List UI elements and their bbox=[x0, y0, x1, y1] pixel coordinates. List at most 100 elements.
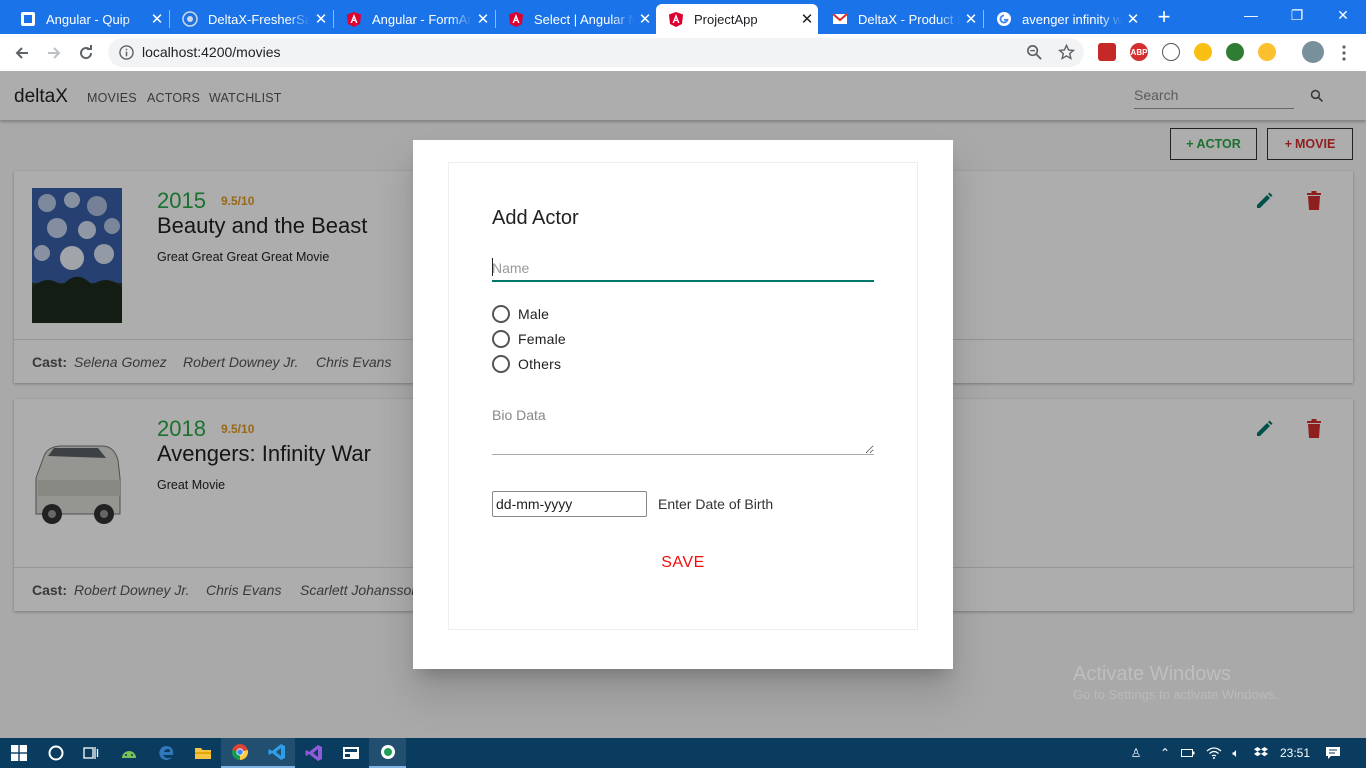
vscode-button[interactable] bbox=[258, 738, 295, 768]
visual-studio-icon bbox=[305, 745, 322, 761]
close-icon[interactable]: ✕ bbox=[1122, 10, 1144, 28]
angular-icon bbox=[509, 12, 523, 27]
close-window-button[interactable]: ✕ bbox=[1320, 0, 1366, 30]
browser-tab-2[interactable]: Angular - FormArray ✕ bbox=[334, 4, 494, 34]
google-icon bbox=[997, 12, 1011, 26]
radio-label: Others bbox=[518, 356, 562, 372]
date-of-birth-label: Enter Date of Birth bbox=[658, 496, 774, 512]
new-tab-button[interactable]: + bbox=[1152, 6, 1176, 28]
edge-icon bbox=[158, 746, 173, 760]
start-icon bbox=[10, 745, 27, 761]
browser-tab-1[interactable]: DeltaX-FresherSample ✕ bbox=[170, 4, 332, 34]
tab-title: ProjectApp bbox=[694, 11, 758, 27]
menu-button[interactable] bbox=[1333, 42, 1355, 64]
snipping-tool-button[interactable] bbox=[332, 738, 369, 768]
browser-tab-5[interactable]: DeltaX - Product Engineering ✕ bbox=[820, 4, 982, 34]
file-explorer-icon bbox=[194, 748, 211, 759]
browser-tab-0[interactable]: Angular - Quip ✕ bbox=[8, 4, 168, 34]
browser-tab-3[interactable]: Select | Angular Material ✕ bbox=[496, 4, 656, 34]
edge-button[interactable] bbox=[147, 738, 184, 768]
radio-male[interactable]: Male bbox=[492, 305, 549, 323]
taskbar-clock[interactable]: 23:51 bbox=[1280, 746, 1310, 760]
file-explorer-button[interactable] bbox=[184, 738, 221, 768]
chevron-up-icon[interactable]: ⌃ bbox=[1157, 745, 1173, 761]
close-icon[interactable]: ✕ bbox=[146, 10, 168, 28]
dropbox-icon[interactable] bbox=[1253, 745, 1269, 761]
radio-female[interactable]: Female bbox=[492, 330, 566, 348]
minimize-button[interactable]: — bbox=[1228, 0, 1274, 30]
restore-button[interactable]: ❐ bbox=[1274, 0, 1320, 30]
people-icon[interactable]: ♙ bbox=[1128, 745, 1144, 761]
back-button[interactable] bbox=[11, 42, 33, 64]
browser-toolbar: localhost:4200/movies ABP bbox=[0, 34, 1366, 71]
text-caret bbox=[492, 258, 493, 276]
chrome-icon bbox=[231, 744, 248, 760]
extension-icon[interactable] bbox=[1098, 43, 1116, 61]
radio-circle-icon[interactable] bbox=[492, 330, 510, 348]
extension-icon[interactable] bbox=[1258, 43, 1276, 61]
dark-mode-icon[interactable] bbox=[1194, 43, 1212, 61]
forward-button[interactable] bbox=[43, 42, 65, 64]
extension-icon[interactable] bbox=[1226, 43, 1244, 61]
tab-strip: Angular - Quip ✕ DeltaX-FresherSample ✕ … bbox=[0, 0, 1366, 34]
app-icon bbox=[380, 745, 395, 759]
close-icon[interactable]: ✕ bbox=[472, 10, 494, 28]
browser-tab-active[interactable]: ProjectApp ✕ bbox=[656, 4, 818, 34]
tab-title: avenger infinity war bbox=[1022, 11, 1122, 27]
wifi-icon[interactable] bbox=[1206, 745, 1222, 761]
start-button[interactable] bbox=[0, 738, 37, 768]
dialog-title: Add Actor bbox=[492, 207, 579, 229]
bio-data-label: Bio Data bbox=[492, 407, 546, 423]
chrome-button[interactable] bbox=[221, 738, 258, 768]
zoom-icon[interactable] bbox=[1026, 44, 1043, 61]
reload-icon bbox=[80, 45, 93, 60]
tab-title: DeltaX - Product Engineering bbox=[858, 11, 960, 27]
gmail-icon bbox=[832, 13, 848, 24]
cortana-icon bbox=[48, 745, 63, 761]
extension-icon[interactable] bbox=[1162, 43, 1180, 61]
tab-title: Angular - Quip bbox=[46, 11, 130, 27]
forward-arrow-icon bbox=[48, 47, 61, 59]
app-button[interactable] bbox=[369, 738, 406, 768]
activate-windows-hint: Go to Settings to activate Windows. bbox=[1073, 687, 1279, 702]
close-icon[interactable]: ✕ bbox=[310, 10, 332, 28]
radio-label: Female bbox=[518, 331, 566, 347]
activate-windows-watermark: Activate Windows bbox=[1073, 663, 1231, 685]
tab-title: Angular - FormArray bbox=[372, 11, 472, 27]
snipping-tool-icon bbox=[342, 747, 359, 759]
close-icon[interactable]: ✕ bbox=[796, 10, 818, 28]
vscode-icon bbox=[268, 744, 285, 760]
name-input[interactable] bbox=[492, 255, 874, 282]
reload-button[interactable] bbox=[75, 42, 97, 64]
star-icon[interactable] bbox=[1058, 44, 1075, 61]
close-icon[interactable]: ✕ bbox=[960, 10, 982, 28]
angular-icon bbox=[347, 12, 361, 27]
date-of-birth-input[interactable]: dd-mm-yyyy bbox=[492, 491, 647, 517]
browser-tab-6[interactable]: avenger infinity war ✕ bbox=[984, 4, 1144, 34]
back-arrow-icon bbox=[15, 47, 28, 59]
notification-icon[interactable] bbox=[1325, 745, 1341, 761]
radio-others[interactable]: Others bbox=[492, 355, 561, 373]
avatar[interactable] bbox=[1302, 41, 1324, 63]
close-icon[interactable]: ✕ bbox=[634, 10, 656, 28]
cortana-button[interactable] bbox=[37, 738, 74, 768]
battery-icon[interactable] bbox=[1180, 745, 1196, 761]
save-button[interactable]: SAVE bbox=[653, 550, 713, 576]
angular-icon bbox=[669, 12, 683, 27]
volume-icon[interactable]: 🔈︎ bbox=[1228, 745, 1244, 761]
kebab-menu-icon bbox=[1342, 45, 1346, 61]
tab-title: Select | Angular Material bbox=[534, 11, 634, 27]
address-bar[interactable]: localhost:4200/movies bbox=[108, 38, 1084, 67]
android-studio-icon bbox=[121, 751, 136, 758]
info-icon[interactable] bbox=[119, 45, 134, 60]
radio-circle-icon[interactable] bbox=[492, 305, 510, 323]
task-view-button[interactable] bbox=[72, 738, 109, 768]
radio-circle-icon[interactable] bbox=[492, 355, 510, 373]
android-studio-button[interactable] bbox=[110, 738, 147, 768]
visual-studio-button[interactable] bbox=[295, 738, 332, 768]
github-icon bbox=[182, 11, 198, 27]
windows-taskbar: ♙ ⌃ 🔈︎ 23:51 bbox=[0, 738, 1366, 768]
adblock-icon[interactable]: ABP bbox=[1130, 43, 1148, 61]
bio-data-textarea[interactable] bbox=[492, 426, 874, 455]
task-view-icon bbox=[82, 747, 98, 759]
